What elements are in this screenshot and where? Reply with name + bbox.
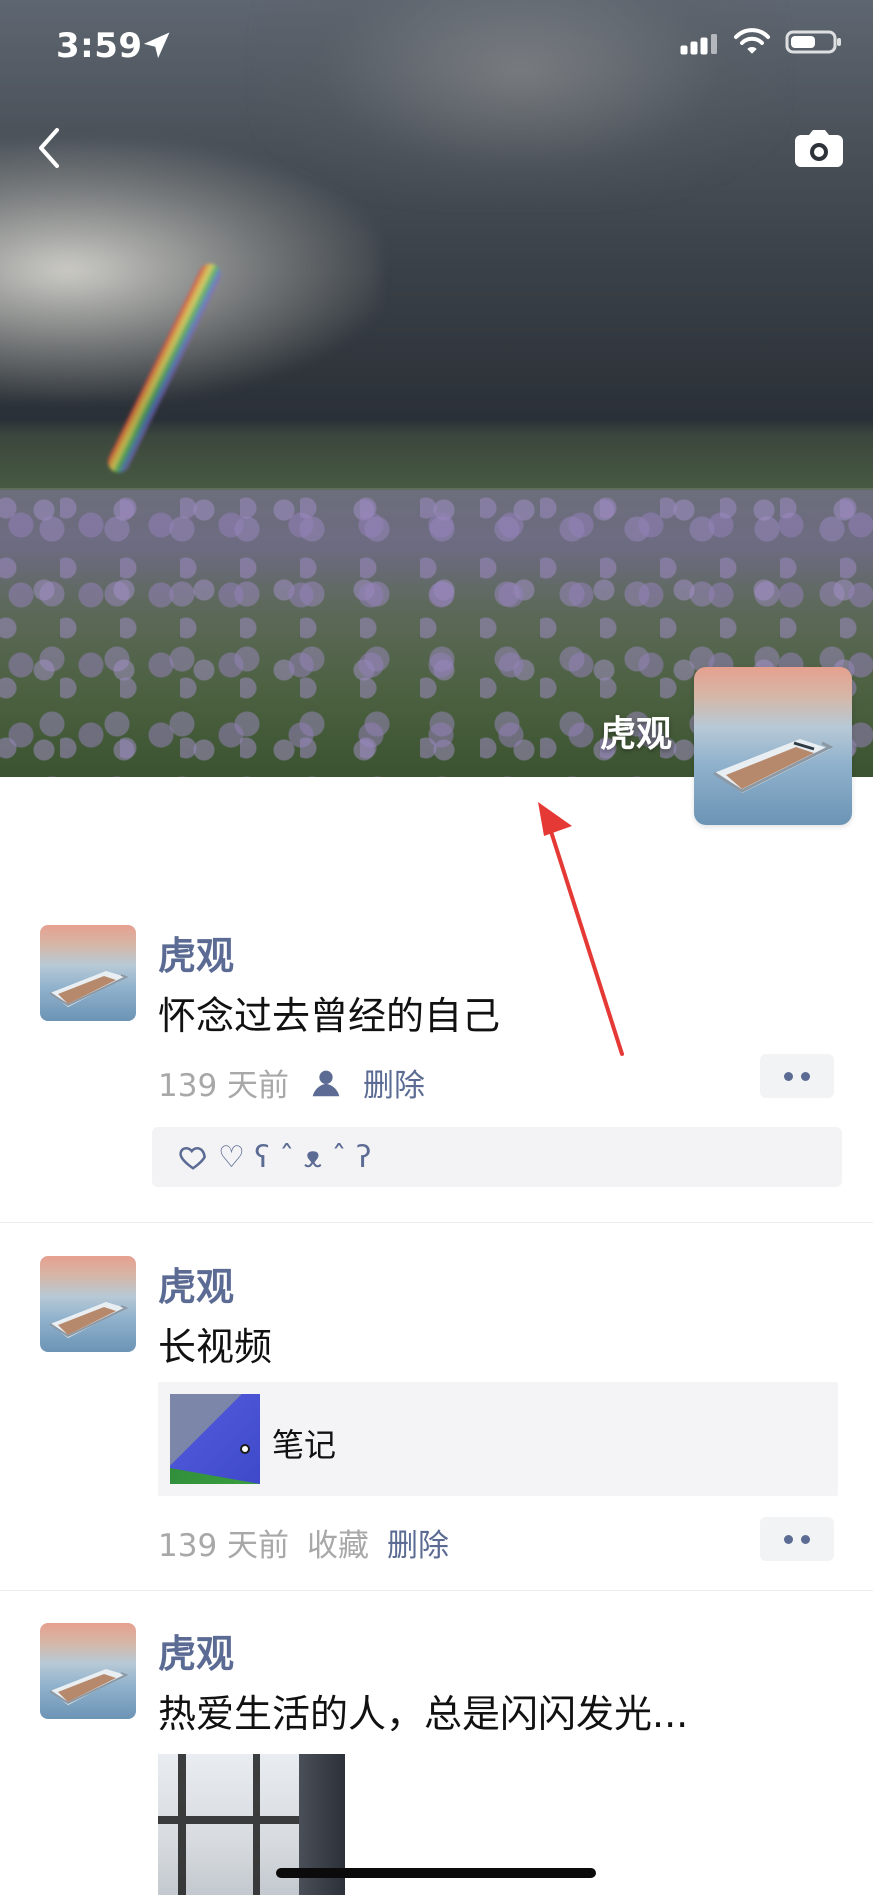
link-thumbnail: [170, 1394, 260, 1484]
more-dots-icon: [801, 1071, 810, 1081]
link-thumbnail-dot: [240, 1444, 250, 1454]
more-dots-icon: [784, 1534, 793, 1544]
post-avatar[interactable]: [40, 1256, 136, 1352]
collect-label[interactable]: 收藏: [307, 1520, 369, 1565]
post-username[interactable]: 虎观: [158, 925, 234, 980]
person-icon[interactable]: [307, 1064, 345, 1102]
post-text: 长视频: [158, 1325, 273, 1369]
moments-feed: 虎观 怀念过去曾经的自己 139 天前 删除 ♡ ʕ ˆ ᴥ ˆ ʔ 虎观 长视…: [0, 0, 873, 1895]
post-time: 139 天前: [158, 1528, 290, 1564]
moments-page: 3:59 虎观 虎观 怀念过去曾经的自己 139 天前 删除 ♡ ʕ ˆ ᴥ ˆ…: [0, 0, 873, 1895]
post-username[interactable]: 虎观: [158, 1256, 234, 1311]
more-dots-icon: [801, 1534, 810, 1544]
home-indicator[interactable]: [276, 1868, 596, 1878]
post-text: 热爱生活的人，总是闪闪发光...: [158, 1692, 689, 1736]
post-username[interactable]: 虎观: [158, 1623, 234, 1678]
post-time: 139 天前: [158, 1068, 290, 1104]
likes-text: ♡ ʕ ˆ ᴥ ˆ ʔ: [218, 1139, 372, 1175]
post-divider: [0, 1222, 873, 1223]
more-button[interactable]: [760, 1054, 834, 1098]
post-avatar[interactable]: [40, 1623, 136, 1719]
post-meta: 139 天前 删除: [158, 1060, 425, 1105]
boat-thumbnail-icon: [49, 971, 129, 1007]
delete-link[interactable]: 删除: [363, 1060, 425, 1105]
post-divider: [0, 1590, 873, 1591]
more-dots-icon: [784, 1071, 793, 1081]
post-avatar[interactable]: [40, 925, 136, 1021]
heart-icon: [179, 1146, 206, 1170]
more-button[interactable]: [760, 1517, 834, 1561]
post-text: 怀念过去曾经的自己: [158, 994, 501, 1038]
delete-link[interactable]: 删除: [387, 1520, 449, 1565]
boat-thumbnail-icon: [49, 1669, 129, 1705]
link-card[interactable]: 笔记: [158, 1382, 838, 1496]
link-title: 笔记: [272, 1426, 337, 1464]
boat-thumbnail-icon: [49, 1302, 129, 1338]
like-bar[interactable]: ♡ ʕ ˆ ᴥ ˆ ʔ: [152, 1127, 842, 1187]
post-meta: 139 天前 收藏 删除: [158, 1520, 449, 1565]
